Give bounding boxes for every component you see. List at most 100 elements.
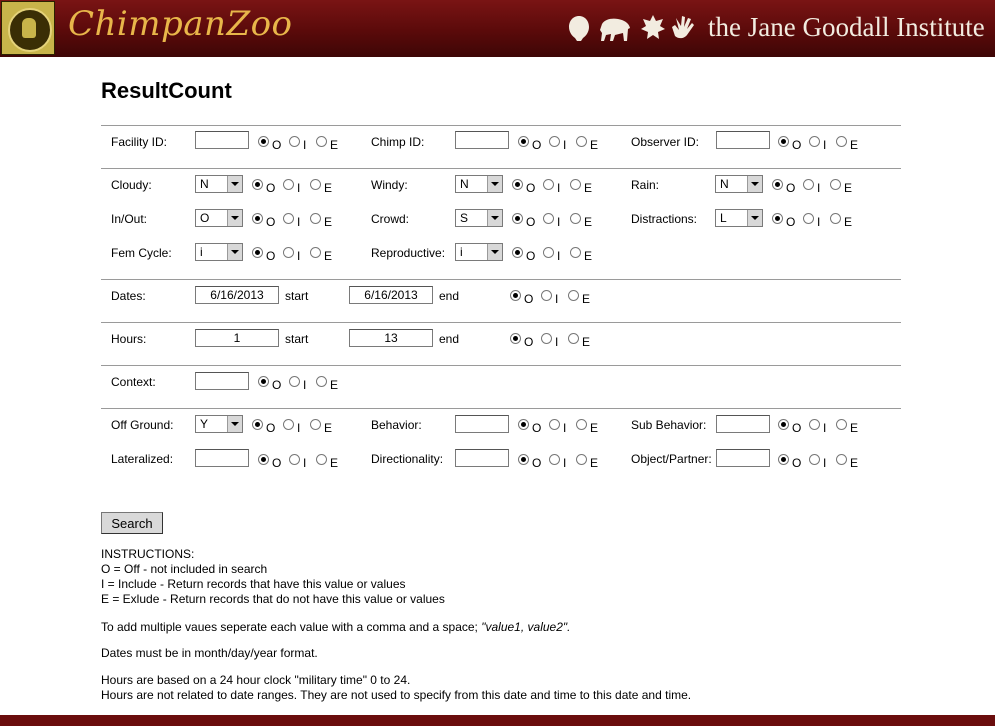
radio-i[interactable]: [809, 419, 820, 430]
cloudy-select[interactable]: N: [195, 175, 243, 193]
radio-e[interactable]: [830, 179, 841, 190]
radio-e[interactable]: [310, 179, 321, 190]
chimp-id-input[interactable]: [455, 131, 509, 149]
radio-o[interactable]: [510, 333, 521, 344]
radio-e[interactable]: [570, 247, 581, 258]
radio-e[interactable]: [568, 290, 579, 301]
context-input[interactable]: [195, 372, 249, 390]
hours-end-input[interactable]: [349, 329, 433, 347]
behavior-label: Behavior:: [371, 418, 422, 432]
lateralized-input[interactable]: [195, 449, 249, 467]
distractions-select[interactable]: L: [715, 209, 763, 227]
radio-e[interactable]: [310, 247, 321, 258]
fem-cycle-label: Fem Cycle:: [111, 246, 172, 260]
search-button[interactable]: Search: [101, 512, 163, 534]
chimp-walking-icon: [598, 14, 634, 45]
radio-e[interactable]: [836, 419, 847, 430]
radio-label-o: O: [532, 456, 542, 470]
reproductive-label: Reproductive:: [371, 246, 446, 260]
hours-start-input[interactable]: [195, 329, 279, 347]
rain-select[interactable]: N: [715, 175, 763, 193]
fem-cycle-select[interactable]: i: [195, 243, 243, 261]
radio-o[interactable]: [778, 419, 789, 430]
observer-id-input[interactable]: [716, 131, 770, 149]
radio-i[interactable]: [289, 136, 300, 147]
radio-o[interactable]: [772, 213, 783, 224]
radio-o[interactable]: [258, 454, 269, 465]
radio-o[interactable]: [258, 376, 269, 387]
radio-e[interactable]: [316, 376, 327, 387]
crowd-select[interactable]: S: [455, 209, 503, 227]
radio-e[interactable]: [310, 419, 321, 430]
object-partner-input[interactable]: [716, 449, 770, 467]
institute-name[interactable]: the Jane Goodall Institute: [708, 12, 985, 43]
radio-e[interactable]: [830, 213, 841, 224]
radio-o[interactable]: [252, 179, 263, 190]
radio-o[interactable]: [512, 179, 523, 190]
radio-o[interactable]: [518, 136, 529, 147]
reproductive-select[interactable]: i: [455, 243, 503, 261]
radio-i[interactable]: [803, 213, 814, 224]
radio-i[interactable]: [283, 419, 294, 430]
chimp-id-label: Chimp ID:: [371, 135, 425, 149]
off-ground-select[interactable]: Y: [195, 415, 243, 433]
radio-o[interactable]: [778, 454, 789, 465]
radio-o[interactable]: [252, 247, 263, 258]
chimp-head-icon: [566, 14, 592, 45]
windy-select[interactable]: N: [455, 175, 503, 193]
header-icon-strip: [566, 14, 702, 44]
crowd-label: Crowd:: [371, 212, 410, 226]
radio-i[interactable]: [541, 333, 552, 344]
page-title: ResultCount: [101, 78, 232, 103]
radio-e[interactable]: [316, 454, 327, 465]
radio-o[interactable]: [518, 454, 529, 465]
radio-label-o: O: [526, 181, 536, 195]
dates-label: Dates:: [111, 289, 146, 303]
radio-o[interactable]: [772, 179, 783, 190]
app-title[interactable]: ChimpanZoo: [68, 4, 293, 44]
radio-i[interactable]: [809, 136, 820, 147]
behavior-input[interactable]: [455, 415, 509, 433]
radio-e[interactable]: [836, 136, 847, 147]
radio-o[interactable]: [778, 136, 789, 147]
sub-behavior-input[interactable]: [716, 415, 770, 433]
chimpanzoo-badge-logo[interactable]: [1, 1, 55, 55]
radio-i[interactable]: [283, 213, 294, 224]
facility-id-input[interactable]: [195, 131, 249, 149]
radio-e[interactable]: [836, 454, 847, 465]
radio-i[interactable]: [289, 454, 300, 465]
radio-i[interactable]: [543, 213, 554, 224]
radio-i[interactable]: [809, 454, 820, 465]
radio-o[interactable]: [258, 136, 269, 147]
radio-o[interactable]: [512, 213, 523, 224]
directionality-input[interactable]: [455, 449, 509, 467]
radio-o[interactable]: [510, 290, 521, 301]
rain-mode: OIE: [772, 179, 862, 195]
radio-i[interactable]: [283, 247, 294, 258]
radio-e[interactable]: [576, 454, 587, 465]
radio-e[interactable]: [570, 213, 581, 224]
radio-e[interactable]: [570, 179, 581, 190]
radio-o[interactable]: [512, 247, 523, 258]
radio-i[interactable]: [541, 290, 552, 301]
radio-o[interactable]: [518, 419, 529, 430]
radio-label-o: O: [272, 456, 282, 470]
dates-start-input[interactable]: [195, 286, 279, 304]
radio-e[interactable]: [316, 136, 327, 147]
radio-e[interactable]: [576, 136, 587, 147]
radio-i[interactable]: [549, 136, 560, 147]
dates-end-input[interactable]: [349, 286, 433, 304]
radio-o[interactable]: [252, 213, 263, 224]
radio-i[interactable]: [549, 419, 560, 430]
in-out-select[interactable]: O: [195, 209, 243, 227]
radio-e[interactable]: [576, 419, 587, 430]
radio-e[interactable]: [568, 333, 579, 344]
radio-e[interactable]: [310, 213, 321, 224]
radio-i[interactable]: [803, 179, 814, 190]
radio-i[interactable]: [289, 376, 300, 387]
radio-o[interactable]: [252, 419, 263, 430]
radio-i[interactable]: [283, 179, 294, 190]
radio-i[interactable]: [543, 247, 554, 258]
radio-i[interactable]: [543, 179, 554, 190]
radio-i[interactable]: [549, 454, 560, 465]
